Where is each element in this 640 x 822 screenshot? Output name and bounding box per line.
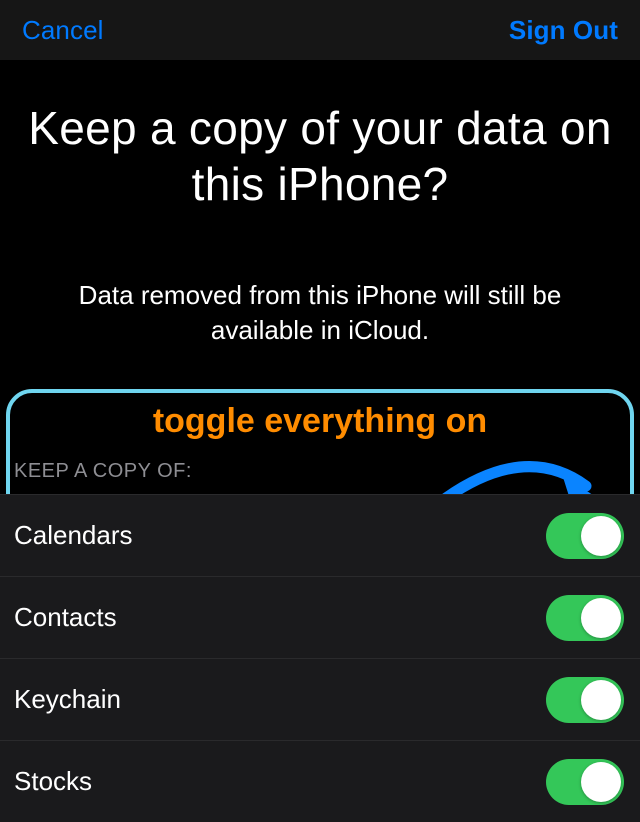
- list-item-label: Contacts: [14, 602, 117, 633]
- data-options-list: Calendars Contacts Keychain Stocks: [0, 494, 640, 822]
- cancel-button[interactable]: Cancel: [22, 15, 104, 46]
- sign-out-button[interactable]: Sign Out: [509, 15, 618, 46]
- section-header: KEEP A COPY OF:: [14, 460, 192, 483]
- toggle-knob: [581, 516, 621, 556]
- toggle-contacts[interactable]: [546, 595, 624, 641]
- list-item-label: Calendars: [14, 520, 133, 551]
- toggle-knob: [581, 762, 621, 802]
- list-item: Stocks: [0, 740, 640, 822]
- toggle-keychain[interactable]: [546, 677, 624, 723]
- page-title: Keep a copy of your data on this iPhone?: [20, 100, 620, 212]
- toggle-calendars[interactable]: [546, 513, 624, 559]
- nav-bar: Cancel Sign Out: [0, 0, 640, 60]
- list-item: Calendars: [0, 494, 640, 576]
- list-item: Contacts: [0, 576, 640, 658]
- list-item-label: Keychain: [14, 684, 121, 715]
- toggle-stocks[interactable]: [546, 759, 624, 805]
- list-item: Keychain: [0, 658, 640, 740]
- annotation-callout-text: toggle everything on: [0, 402, 640, 441]
- list-item-label: Stocks: [14, 766, 92, 797]
- toggle-knob: [581, 598, 621, 638]
- page-subtitle: Data removed from this iPhone will still…: [24, 278, 616, 348]
- toggle-knob: [581, 680, 621, 720]
